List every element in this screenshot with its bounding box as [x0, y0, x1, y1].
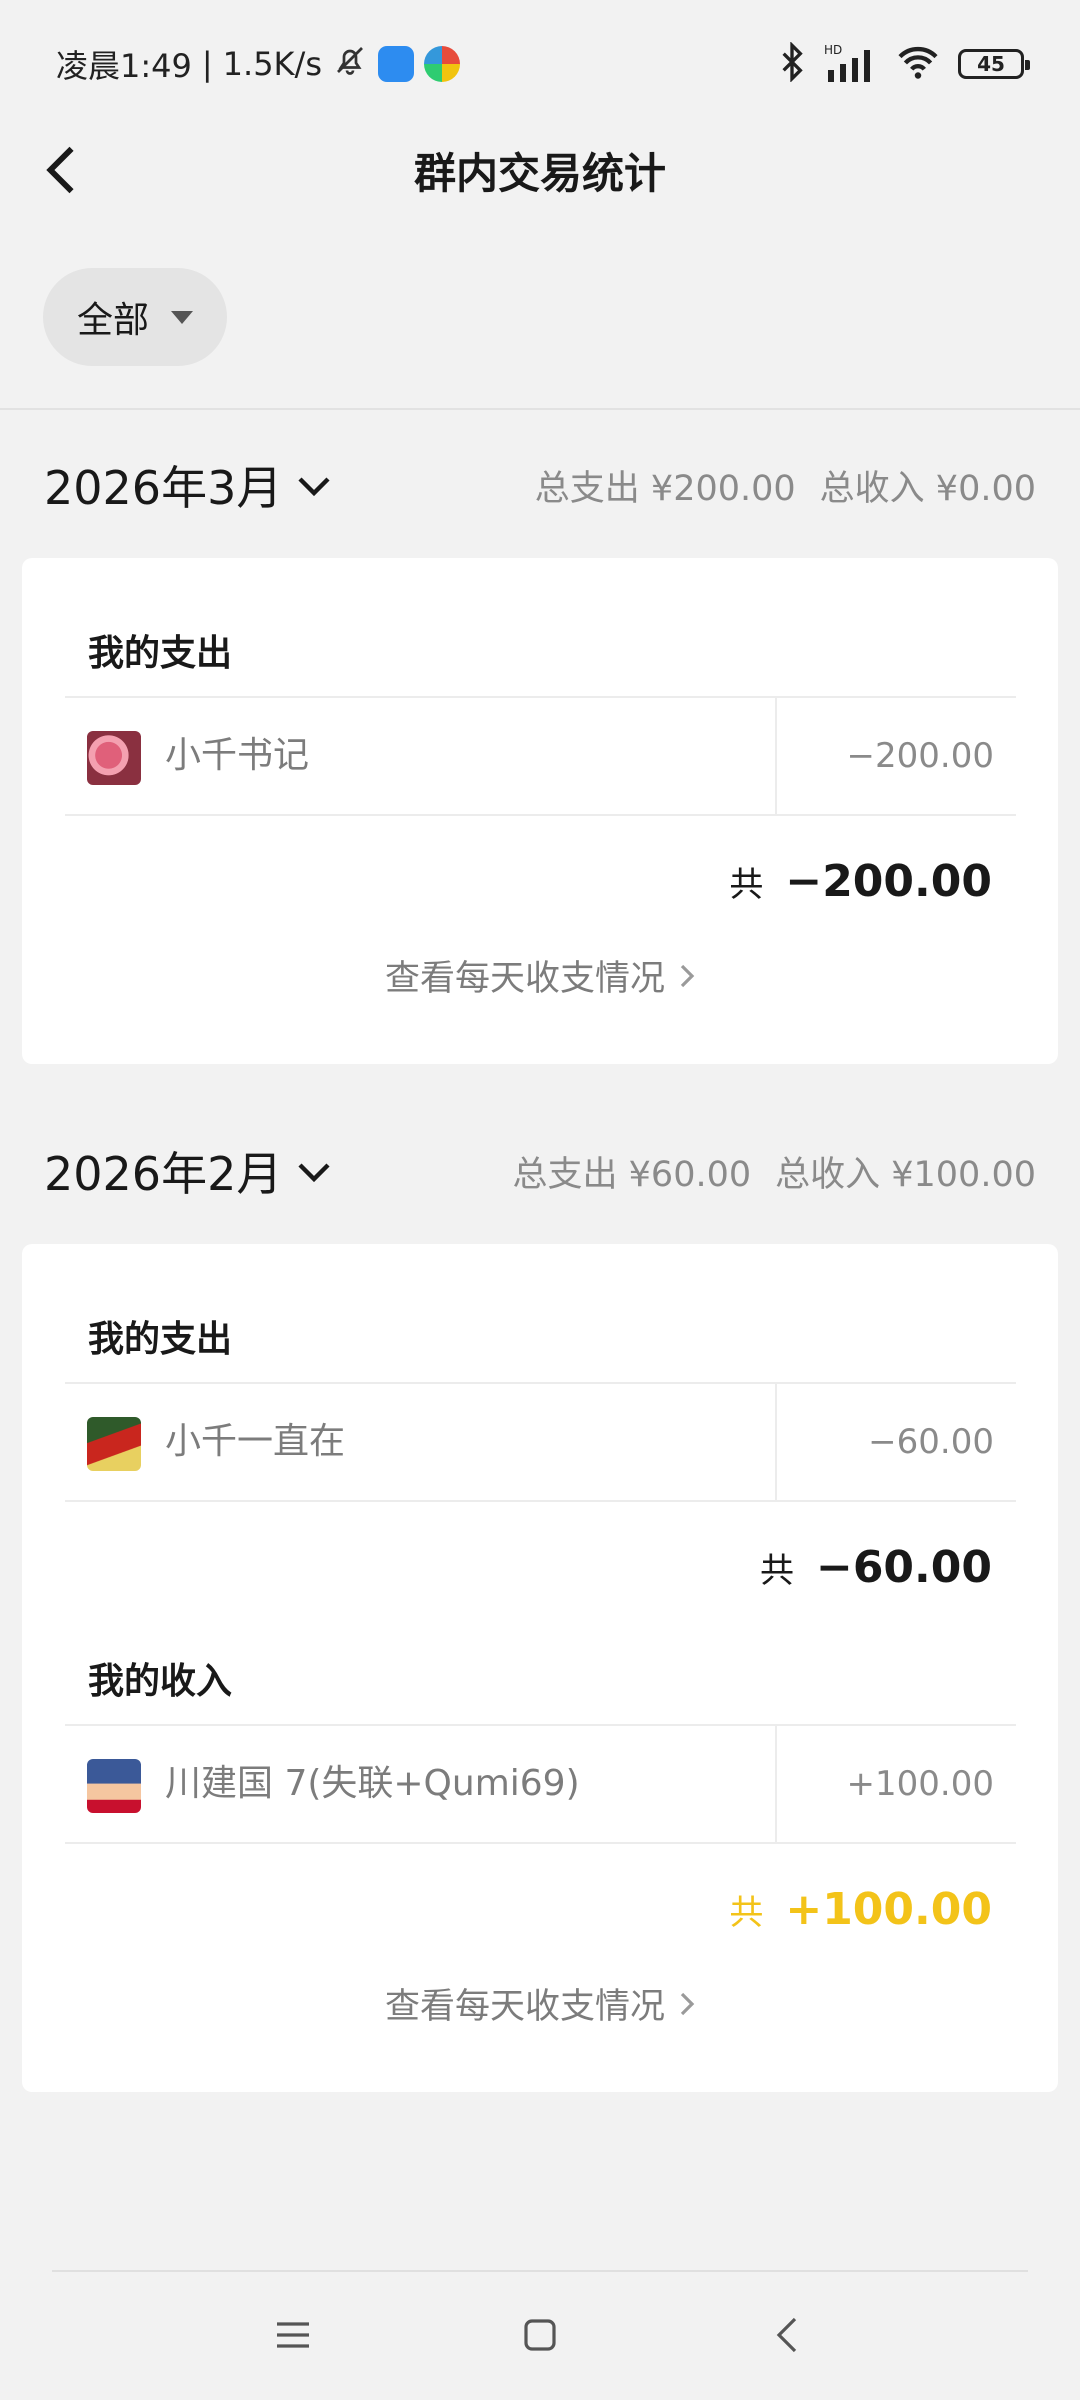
summary-expense: 总支出 ¥200.00 — [534, 468, 796, 509]
home-button[interactable] — [500, 2295, 580, 2375]
page-title: 群内交易统计 — [413, 148, 666, 198]
daily-link-label: 查看每天收支情况 — [384, 959, 665, 999]
expense-total: 共 −200.00 — [729, 856, 992, 907]
transaction-amount: +100.00 — [846, 1764, 994, 1804]
transaction-name: 小千书记 — [165, 735, 310, 776]
transaction-name: 川建国 7(失联+Qumi69) — [165, 1763, 580, 1804]
mute-bell-icon — [332, 42, 368, 86]
back-button[interactable] — [30, 140, 90, 200]
month-summary: 总支出 ¥60.00 总收入 ¥100.00 — [513, 1146, 1036, 1197]
avatar — [87, 1417, 141, 1471]
total-prefix: 共 — [729, 865, 764, 905]
total-value: +100.00 — [785, 1884, 992, 1935]
status-separator: | — [201, 45, 213, 83]
view-daily-link[interactable]: 查看每天收支情况 — [22, 950, 1058, 1001]
transaction-row[interactable]: 小千一直在 −60.00 — [65, 1382, 1016, 1502]
caret-down-icon — [171, 310, 193, 324]
expense-total: 共 −60.00 — [760, 1542, 992, 1593]
filter-dropdown[interactable]: 全部 — [43, 268, 227, 366]
status-right: HD 45 — [778, 41, 1030, 86]
menu-button[interactable] — [253, 2295, 333, 2375]
view-daily-link[interactable]: 查看每天收支情况 — [22, 1978, 1058, 2029]
total-prefix: 共 — [759, 1551, 794, 1591]
network-label: HD — [824, 43, 842, 57]
transaction-row[interactable]: 川建国 7(失联+Qumi69) +100.00 — [65, 1724, 1016, 1844]
filter-label: 全部 — [76, 300, 149, 341]
chevron-right-icon — [680, 964, 695, 987]
bluetooth-icon — [778, 41, 806, 86]
summary-income: 总收入 ¥0.00 — [819, 468, 1036, 509]
month-header-february: 2026年2月 总支出 ¥60.00 总收入 ¥100.00 — [0, 1126, 1080, 1216]
transaction-name: 小千一直在 — [165, 1421, 346, 1462]
daily-link-label: 查看每天收支情况 — [384, 1987, 665, 2027]
month-card-march: 我的支出 小千书记 −200.00 共 −200.00 查看每天收支情况 — [22, 558, 1058, 1064]
expense-section-title: 我的支出 — [88, 1319, 233, 1360]
income-total: 共 +100.00 — [729, 1884, 992, 1935]
total-value: −200.00 — [785, 856, 992, 907]
divider — [775, 698, 777, 814]
status-bar: 凌晨1:49 | 1.5K/s HD 45 — [0, 0, 1080, 128]
menu-icon — [277, 2322, 310, 2348]
chevron-down-icon — [298, 477, 330, 497]
status-time: 凌晨1:49 — [56, 47, 192, 85]
home-square-icon — [524, 2319, 556, 2351]
total-value: −60.00 — [815, 1542, 992, 1593]
divider — [775, 1384, 777, 1500]
month-label: 2026年2月 — [44, 1147, 283, 1201]
total-prefix: 共 — [729, 1893, 764, 1933]
transaction-amount: −200.00 — [846, 736, 994, 776]
divider — [52, 2270, 1028, 2272]
month-label: 2026年3月 — [44, 461, 283, 515]
transaction-amount: −60.00 — [868, 1422, 994, 1462]
wifi-icon — [896, 44, 940, 84]
chevron-down-icon — [298, 1163, 330, 1183]
system-nav-bar — [0, 2290, 1080, 2380]
transaction-row[interactable]: 小千书记 −200.00 — [65, 696, 1016, 816]
divider — [0, 408, 1080, 410]
avatar — [87, 1759, 141, 1813]
month-summary: 总支出 ¥200.00 总收入 ¥0.00 — [535, 460, 1036, 511]
month-selector[interactable]: 2026年2月 — [44, 1138, 332, 1204]
back-triangle-icon — [776, 2317, 796, 2353]
signal-icon: HD — [824, 42, 878, 86]
expense-section-title: 我的支出 — [88, 633, 233, 674]
status-left: 凌晨1:49 | 1.5K/s — [56, 41, 460, 87]
page: 凌晨1:49 | 1.5K/s HD 45 群内交易统计 全部 2026年3月 … — [0, 0, 1080, 2400]
chevron-left-icon — [46, 146, 74, 194]
battery-level: 45 — [977, 52, 1005, 76]
chevron-right-icon — [680, 1992, 695, 2015]
status-speed: 1.5K/s — [222, 45, 322, 83]
battery-icon: 45 — [958, 49, 1030, 79]
color-app-icon — [423, 46, 460, 82]
divider — [775, 1726, 777, 1842]
month-selector[interactable]: 2026年3月 — [44, 452, 332, 518]
summary-income: 总收入 ¥100.00 — [775, 1154, 1036, 1195]
summary-expense: 总支出 ¥60.00 — [512, 1154, 752, 1195]
income-section-title: 我的收入 — [88, 1661, 233, 1702]
month-card-february: 我的支出 小千一直在 −60.00 共 −60.00 我的收入 川建国 7(失联… — [22, 1244, 1058, 2092]
avatar — [87, 731, 141, 785]
month-header-march: 2026年3月 总支出 ¥200.00 总收入 ¥0.00 — [0, 440, 1080, 530]
header: 群内交易统计 — [0, 128, 1080, 212]
nav-back-button[interactable] — [747, 2295, 827, 2375]
message-app-icon — [377, 46, 414, 82]
